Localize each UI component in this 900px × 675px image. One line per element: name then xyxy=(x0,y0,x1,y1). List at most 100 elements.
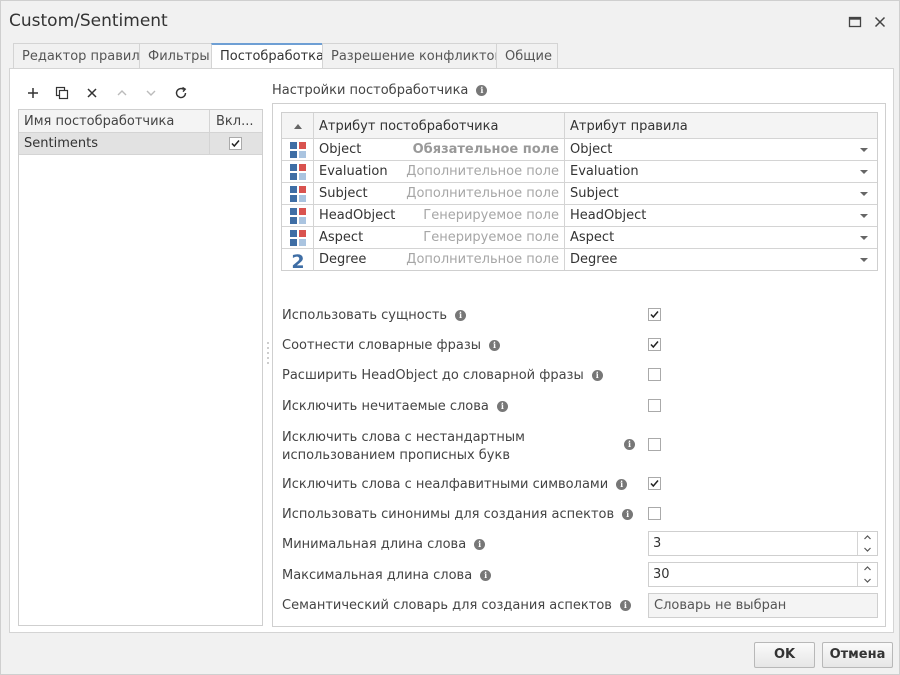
table-row[interactable]: Object Обязательное поле Object xyxy=(282,139,877,161)
list-header: Имя постобработчика Вкл... xyxy=(19,110,262,133)
rule-attribute-value: HeadObject xyxy=(570,208,647,223)
chevron-up-icon[interactable] xyxy=(858,532,877,543)
delete-icon[interactable] xyxy=(79,81,105,105)
option-label: Минимальная длина слова i xyxy=(282,537,486,552)
option-text: Исключить слова с нестандартным xyxy=(282,430,525,445)
chevron-up-icon[interactable] xyxy=(858,563,877,574)
rule-attribute-dropdown[interactable]: Aspect xyxy=(564,227,877,248)
rule-attribute-value: Evaluation xyxy=(570,164,639,179)
option-text: Исключить слова с неалфавитными символам… xyxy=(282,477,609,492)
min-word-length-stepper xyxy=(648,531,878,556)
move-up-icon[interactable] xyxy=(109,81,135,105)
info-icon[interactable]: i xyxy=(496,401,508,412)
match-dictionary-phrases-checkbox[interactable] xyxy=(648,338,661,351)
chevron-down-icon[interactable] xyxy=(858,575,877,586)
option-label: Семантический словарь для создания аспек… xyxy=(282,598,631,613)
column-header-rule-attr[interactable]: Атрибут правила xyxy=(564,113,877,139)
attribute-name: Subject xyxy=(319,186,368,201)
min-word-length-input[interactable] xyxy=(649,532,854,555)
option-label: Использовать сущность i xyxy=(282,308,467,323)
info-icon[interactable]: i xyxy=(480,570,492,581)
column-header-enabled[interactable]: Вкл... xyxy=(209,110,262,133)
sort-up-icon[interactable] xyxy=(282,113,314,139)
settings-title-text: Настройки постобработчика xyxy=(272,83,469,98)
table-row[interactable]: 2 Degree Дополнительное поле Degree xyxy=(282,249,877,273)
info-icon[interactable]: i xyxy=(591,370,603,381)
expand-headobject-checkbox[interactable] xyxy=(648,368,661,381)
info-icon[interactable]: i xyxy=(624,439,635,450)
table-row[interactable]: Aspect Генерируемое поле Aspect xyxy=(282,227,877,249)
tab-conflict-resolution[interactable]: Разрешение конфликтов xyxy=(322,43,502,69)
tab-rule-editor[interactable]: Редактор правил xyxy=(13,43,140,69)
duplicate-icon[interactable] xyxy=(49,81,75,105)
ok-button[interactable]: OK xyxy=(754,642,815,668)
chevron-down-icon xyxy=(860,192,868,196)
attribute-kind: Дополнительное поле xyxy=(406,186,559,201)
postprocessor-name: Sentiments xyxy=(24,136,98,151)
info-icon[interactable]: i xyxy=(474,539,486,550)
chevron-down-icon[interactable] xyxy=(858,544,877,555)
table-row[interactable]: Subject Дополнительное поле Subject xyxy=(282,183,877,205)
maximize-icon[interactable] xyxy=(846,13,864,31)
settings-title: Настройки постобработчика i xyxy=(272,83,488,98)
column-header-name[interactable]: Имя постобработчика xyxy=(24,114,174,129)
tab-filters[interactable]: Фильтры xyxy=(139,43,212,69)
title-bar: Custom/Sentiment xyxy=(1,1,899,43)
chevron-down-icon xyxy=(860,258,868,262)
attribute-kind: Генерируемое поле xyxy=(423,230,559,245)
info-icon[interactable]: i xyxy=(455,310,467,321)
table-row[interactable]: Evaluation Дополнительное поле Evaluatio… xyxy=(282,161,877,183)
tab-postprocessing[interactable]: Постобработка xyxy=(211,43,324,70)
option-label: Исключить слова с нестандартным использо… xyxy=(282,429,525,465)
max-word-length-input[interactable] xyxy=(649,563,854,586)
splitter-handle[interactable] xyxy=(266,339,270,369)
rule-attribute-dropdown[interactable]: Object xyxy=(564,139,877,160)
rule-attribute-dropdown[interactable]: Subject xyxy=(564,183,877,204)
entity-grid-icon xyxy=(282,183,314,205)
info-icon[interactable]: i xyxy=(619,600,631,611)
cancel-button[interactable]: Отмена xyxy=(822,642,893,668)
rule-attribute-dropdown[interactable]: Evaluation xyxy=(564,161,877,182)
rule-attribute-dropdown[interactable]: HeadObject xyxy=(564,205,877,226)
rule-attribute-dropdown[interactable]: Degree xyxy=(564,249,877,270)
svg-text:2: 2 xyxy=(291,251,304,271)
exclude-unreadable-checkbox[interactable] xyxy=(648,399,661,412)
attribute-kind: Генерируемое поле xyxy=(423,208,559,223)
refresh-icon[interactable] xyxy=(168,81,194,105)
postprocessor-list: Имя постобработчика Вкл... Sentiments xyxy=(18,109,263,626)
chevron-down-icon xyxy=(860,236,868,240)
attribute-name: Object xyxy=(319,142,362,157)
add-icon[interactable] xyxy=(20,81,46,105)
column-header-postprocessor-attr[interactable]: Атрибут постобработчика xyxy=(319,119,498,134)
attribute-name: HeadObject xyxy=(319,208,396,223)
info-icon[interactable]: i xyxy=(616,479,628,490)
rule-attribute-value: Object xyxy=(570,142,613,157)
option-text: Исключить нечитаемые слова xyxy=(282,399,489,414)
move-down-icon[interactable] xyxy=(138,81,164,105)
stepper-buttons xyxy=(857,532,877,555)
option-label: Расширить HeadObject до словарной фразы i xyxy=(282,368,603,383)
attribute-name: Aspect xyxy=(319,230,364,245)
use-synonyms-checkbox[interactable] xyxy=(648,507,661,520)
option-text: Семантический словарь для создания аспек… xyxy=(282,598,612,613)
close-icon[interactable] xyxy=(871,13,889,31)
tab-general[interactable]: Общие xyxy=(496,43,558,69)
chevron-down-icon xyxy=(860,170,868,174)
semantic-dictionary-selector[interactable]: Словарь не выбран xyxy=(648,593,878,618)
option-text: Использовать сущность xyxy=(282,308,448,323)
exclude-nonalpha-checkbox[interactable] xyxy=(648,477,661,490)
exclude-nonstandard-caps-checkbox[interactable] xyxy=(648,438,661,451)
table-row[interactable]: HeadObject Генерируемое поле HeadObject xyxy=(282,205,877,227)
option-text: Расширить HeadObject до словарной фразы xyxy=(282,368,584,383)
enabled-checkbox[interactable] xyxy=(229,137,242,150)
info-icon[interactable]: i xyxy=(489,340,501,351)
use-entity-checkbox[interactable] xyxy=(648,308,661,321)
info-icon[interactable]: i xyxy=(476,85,488,96)
info-icon[interactable]: i xyxy=(622,509,634,520)
option-label: Соотнести словарные фразы i xyxy=(282,338,501,353)
dialog-window: Custom/Sentiment Редактор правил Фильтры… xyxy=(0,0,900,675)
number-icon: 2 xyxy=(282,249,314,273)
settings-panel: Атрибут постобработчика Атрибут правила … xyxy=(272,103,886,627)
option-label: Исключить нечитаемые слова i xyxy=(282,399,508,414)
list-item[interactable]: Sentiments xyxy=(19,133,262,155)
